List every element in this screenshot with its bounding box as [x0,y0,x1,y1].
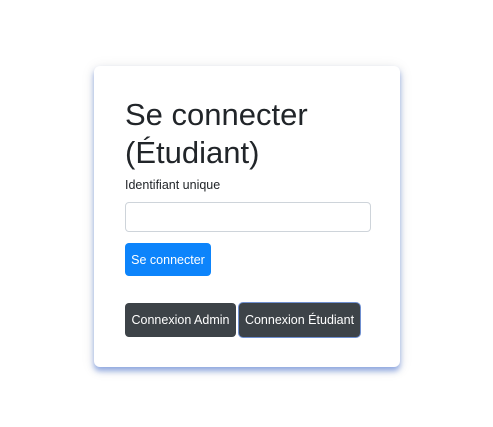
identifier-label: Identifiant unique [125,178,221,192]
page-title-line1: Se connecter [125,97,308,132]
student-login-button[interactable]: Connexion Étudiant [239,303,360,337]
page: Se connecter (Étudiant) Identifiant uniq… [0,0,493,427]
page-title-line2: (Étudiant) [125,135,260,170]
identifier-input[interactable] [125,202,371,232]
login-submit-button[interactable]: Se connecter [125,243,211,276]
admin-login-button[interactable]: Connexion Admin [125,303,236,337]
page-title: Se connecter (Étudiant) [125,96,385,172]
login-card: Se connecter (Étudiant) Identifiant uniq… [94,66,400,367]
